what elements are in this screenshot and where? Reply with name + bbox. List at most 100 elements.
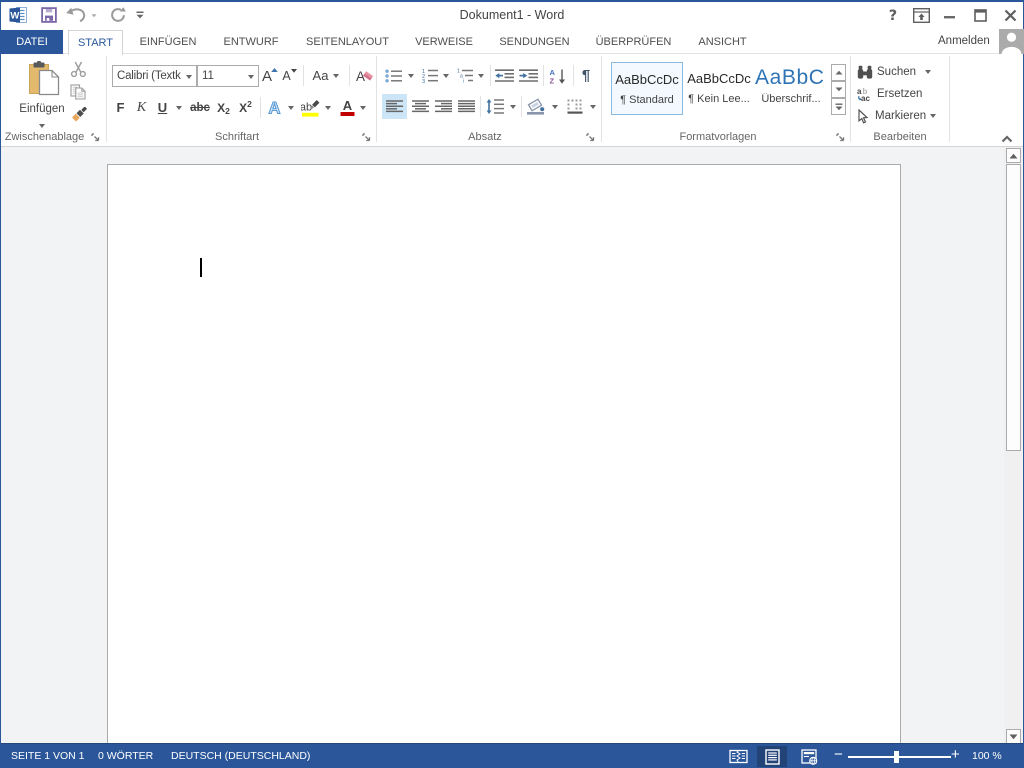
bullets-dropdown[interactable] <box>405 64 417 87</box>
font-size-combobox[interactable]: 11 <box>197 65 259 87</box>
zoom-slider-track[interactable] <box>848 756 951 758</box>
vertical-scrollbar[interactable] <box>1004 147 1022 743</box>
strikethrough-button[interactable]: abc <box>188 96 212 119</box>
font-size-dropdown-arrow <box>248 75 254 79</box>
borders-button[interactable] <box>563 94 587 119</box>
paste-button[interactable]: Einfügen <box>14 58 70 131</box>
copy-button[interactable] <box>67 82 89 102</box>
line-spacing-dropdown[interactable] <box>507 94 519 119</box>
styles-dialog-launcher[interactable] <box>836 130 848 142</box>
read-mode-button[interactable] <box>723 746 753 767</box>
style-standard[interactable]: AaBbCcDc ¶ Standard <box>611 62 683 115</box>
paste-dropdown-arrow <box>39 124 45 128</box>
replace-button[interactable]: abac Ersetzen <box>857 84 922 104</box>
shrink-font-button[interactable]: A <box>280 64 298 87</box>
font-name-combobox[interactable]: Calibri (Textk <box>112 65 197 87</box>
scroll-up-button[interactable] <box>1006 148 1021 163</box>
print-layout-button[interactable] <box>757 746 787 767</box>
language-indicator[interactable]: DEUTSCH (DEUTSCHLAND) <box>171 744 310 768</box>
ribbon-display-options-button[interactable] <box>909 2 933 28</box>
help-button[interactable]: ? <box>884 2 902 28</box>
scroll-down-button[interactable] <box>1006 729 1021 744</box>
align-left-button[interactable] <box>382 94 407 119</box>
paragraph-dialog-launcher[interactable] <box>586 130 598 142</box>
clear-formatting-button[interactable]: A <box>354 64 376 87</box>
zoom-slider-handle[interactable] <box>894 751 899 763</box>
borders-dropdown[interactable] <box>587 94 599 119</box>
svg-text:A: A <box>269 100 281 117</box>
numbering-button[interactable]: 123 <box>419 64 440 87</box>
sign-in-link[interactable]: Anmelden <box>938 28 990 54</box>
word-count[interactable]: 0 WÖRTER <box>98 744 153 768</box>
find-button[interactable]: Suchen <box>857 62 931 82</box>
increase-indent-button[interactable] <box>517 64 540 87</box>
document-page[interactable] <box>107 164 901 745</box>
maximize-button[interactable] <box>969 2 991 28</box>
tab-einfuegen[interactable]: EINFÜGEN <box>128 30 208 54</box>
bullets-button[interactable] <box>383 64 404 87</box>
shading-dropdown[interactable] <box>549 94 561 119</box>
avatar-icon[interactable] <box>999 29 1024 54</box>
group-separator <box>521 96 522 117</box>
cut-button[interactable] <box>67 59 89 79</box>
tab-seitenlayout[interactable]: SEITENLAYOUT <box>294 30 401 54</box>
justify-button[interactable] <box>454 94 478 119</box>
style-kein-leerraum[interactable]: AaBbCcDc ¶ Kein Lee... <box>683 62 755 115</box>
decrease-indent-button[interactable] <box>493 64 516 87</box>
select-button[interactable]: Markieren <box>857 106 936 126</box>
close-button[interactable] <box>999 2 1021 28</box>
group-paragraph: 123 1ai AZ ¶ Absatz <box>377 54 601 145</box>
text-effects-dropdown[interactable] <box>285 96 297 119</box>
styles-scroll-down-button[interactable] <box>831 81 846 98</box>
underline-button[interactable]: U <box>154 96 171 119</box>
multilevel-list-dropdown[interactable] <box>475 64 487 87</box>
grow-font-button[interactable]: A <box>260 64 279 87</box>
dialog-launcher-icon <box>362 133 372 143</box>
bold-button[interactable]: F <box>112 96 129 119</box>
group-separator <box>260 97 261 118</box>
tab-sendungen[interactable]: SENDUNGEN <box>487 30 582 54</box>
grow-font-icon: A <box>261 67 278 84</box>
line-spacing-button[interactable] <box>483 94 507 119</box>
italic-button[interactable]: K <box>133 96 150 119</box>
underline-dropdown[interactable] <box>173 96 185 119</box>
superscript-button[interactable]: X2 <box>235 96 256 119</box>
align-right-button[interactable] <box>431 94 455 119</box>
zoom-level[interactable]: 100 % <box>972 744 1002 768</box>
scrollbar-thumb[interactable] <box>1006 164 1021 451</box>
style-ueberschrift[interactable]: AaBbCc Überschrif... <box>755 62 827 115</box>
page-indicator[interactable]: SEITE 1 VON 1 <box>11 744 85 768</box>
minimize-button[interactable] <box>939 2 961 28</box>
collapse-ribbon-button[interactable] <box>1001 130 1015 142</box>
font-dialog-launcher[interactable] <box>362 130 374 142</box>
numbering-dropdown[interactable] <box>440 64 452 87</box>
show-paragraph-marks-button[interactable]: ¶ <box>576 64 596 87</box>
align-center-button[interactable] <box>408 94 432 119</box>
numbering-icon: 123 <box>421 68 438 83</box>
format-painter-button[interactable] <box>67 105 89 125</box>
tab-start[interactable]: START <box>68 30 123 55</box>
sort-button[interactable]: AZ <box>546 64 570 87</box>
tab-datei[interactable]: DATEI <box>1 30 63 54</box>
font-color-dropdown[interactable] <box>357 96 369 119</box>
highlight-button[interactable]: ab <box>299 96 322 119</box>
font-color-icon: A <box>340 99 355 116</box>
tab-entwurf[interactable]: ENTWURF <box>211 30 291 54</box>
zoom-out-button[interactable]: − <box>834 743 843 767</box>
tab-verweise[interactable]: VERWEISE <box>404 30 484 54</box>
highlight-dropdown[interactable] <box>322 96 334 119</box>
styles-more-button[interactable] <box>831 98 846 115</box>
change-case-button[interactable]: Aa <box>308 64 344 87</box>
shading-button[interactable] <box>523 94 549 119</box>
clipboard-dialog-launcher[interactable] <box>91 130 103 142</box>
tab-ansicht[interactable]: ANSICHT <box>685 30 760 54</box>
justify-icon <box>458 100 475 113</box>
styles-scroll-up-button[interactable] <box>831 64 846 81</box>
subscript-button[interactable]: X2 <box>213 96 234 119</box>
font-color-button[interactable]: A <box>337 96 357 119</box>
zoom-in-button[interactable]: + <box>951 743 960 767</box>
web-layout-button[interactable] <box>794 746 824 767</box>
multilevel-list-button[interactable]: 1ai <box>454 64 475 87</box>
text-effects-button[interactable]: A <box>264 96 285 119</box>
tab-ueberpruefen[interactable]: ÜBERPRÜFEN <box>585 30 682 54</box>
